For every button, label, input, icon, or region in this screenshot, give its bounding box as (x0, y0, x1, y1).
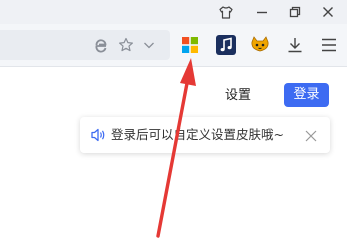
menu-icon[interactable] (319, 35, 339, 55)
tip-text: 登录后可以自定义设置皮肤哦~ (111, 127, 284, 142)
browser-toolbar (0, 24, 347, 67)
music-icon[interactable] (215, 34, 237, 56)
title-bar (0, 0, 347, 24)
download-icon[interactable] (285, 35, 305, 55)
restore-icon[interactable] (281, 0, 309, 24)
favorite-star-icon[interactable] (118, 37, 134, 53)
minimize-icon[interactable] (248, 0, 276, 24)
login-tip-popup: 登录后可以自定义设置皮肤哦~ (80, 117, 330, 153)
ie-mode-icon[interactable] (93, 37, 109, 53)
tip-close-icon[interactable] (304, 128, 318, 142)
close-icon[interactable] (314, 0, 342, 24)
skin-icon[interactable] (212, 0, 240, 24)
app-grid-icon[interactable] (180, 35, 200, 55)
page-content: 设置 登录 登录后可以自定义设置皮肤哦~ (0, 67, 347, 248)
address-dropdown-icon[interactable] (141, 37, 157, 53)
address-bar[interactable] (0, 30, 170, 60)
login-button[interactable]: 登录 (284, 83, 329, 107)
game-icon[interactable] (249, 34, 271, 56)
settings-link[interactable]: 设置 (216, 85, 260, 107)
speaker-icon (90, 127, 106, 143)
